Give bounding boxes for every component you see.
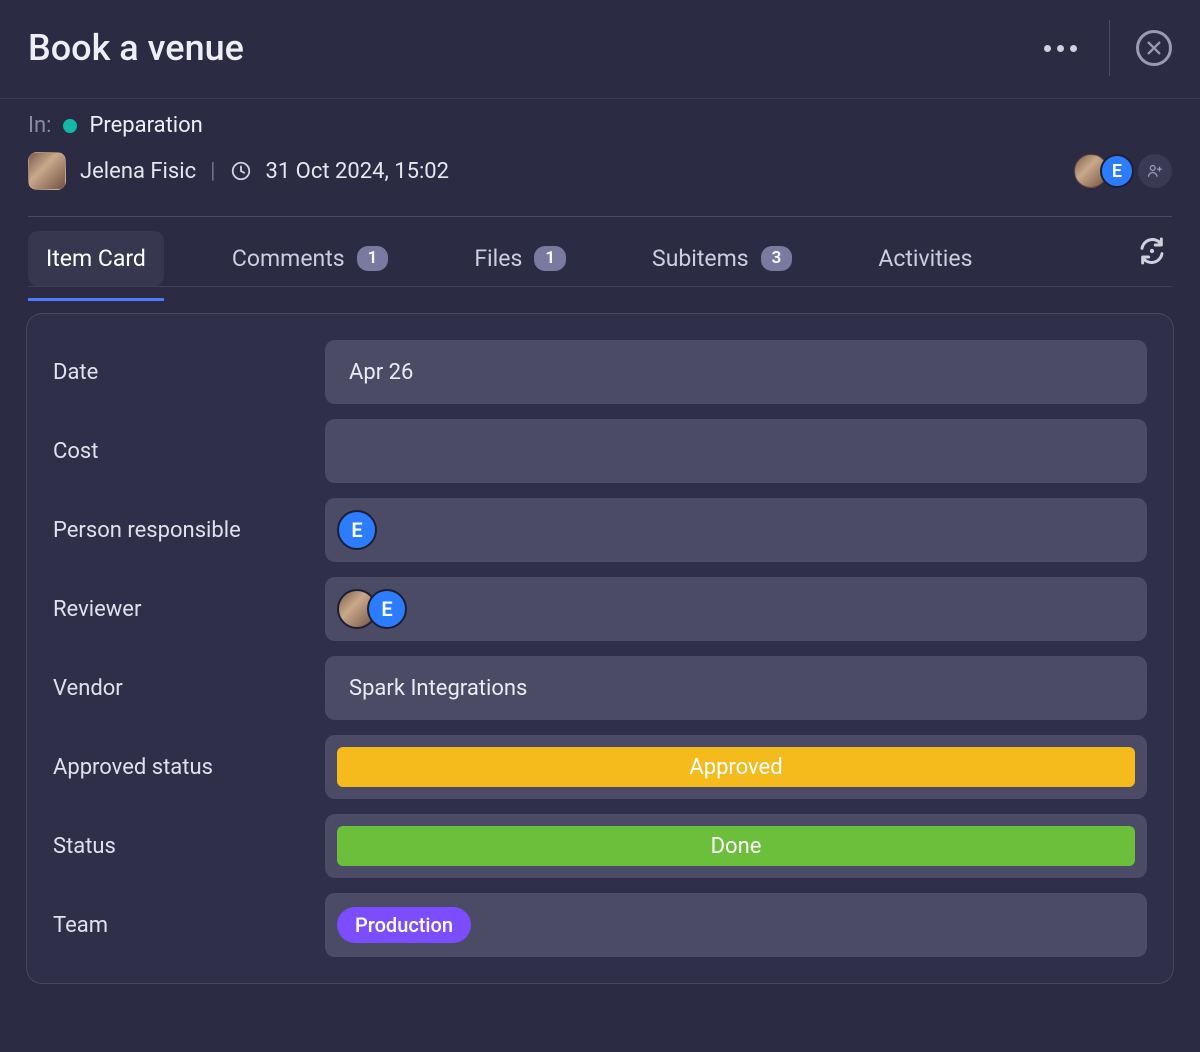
section-color-dot xyxy=(63,119,77,133)
cost-value[interactable] xyxy=(325,419,1147,483)
field-date: Date Apr 26 xyxy=(53,340,1147,404)
timestamp: 31 Oct 2024, 15:02 xyxy=(266,159,450,184)
dot-icon xyxy=(1057,45,1064,52)
field-cost: Cost xyxy=(53,419,1147,483)
field-label: Cost xyxy=(53,439,325,464)
tab-badge: 3 xyxy=(761,246,793,270)
assignee-avatar-letter: E xyxy=(337,510,377,550)
header-actions xyxy=(1038,20,1172,76)
person-responsible-value[interactable]: E xyxy=(325,498,1147,562)
pipe-divider: | xyxy=(210,159,215,184)
watcher-avatar-stack[interactable]: E xyxy=(1074,154,1134,188)
page-title: Book a venue xyxy=(28,27,1038,69)
person-plus-icon xyxy=(1146,162,1164,180)
date-value[interactable]: Apr 26 xyxy=(325,340,1147,404)
item-card: Date Apr 26 Cost Person responsible E Re… xyxy=(26,313,1174,984)
in-label: In: xyxy=(28,113,51,138)
header-bar: Book a venue xyxy=(0,0,1200,99)
field-label: Vendor xyxy=(53,676,325,701)
status-chip-approved: Approved xyxy=(337,747,1135,787)
field-status: Status Done xyxy=(53,814,1147,878)
card-area: Date Apr 26 Cost Person responsible E Re… xyxy=(0,287,1200,1010)
tab-label: Item Card xyxy=(46,245,146,272)
field-label: Reviewer xyxy=(53,597,325,622)
refresh-button[interactable] xyxy=(1136,235,1172,283)
tab-subitems[interactable]: Subitems 3 xyxy=(634,231,810,286)
dot-icon xyxy=(1070,45,1077,52)
more-options-button[interactable] xyxy=(1038,39,1083,58)
tab-activities[interactable]: Activities xyxy=(860,231,990,286)
watchers: E xyxy=(1074,154,1172,188)
field-label: Status xyxy=(53,834,325,859)
vertical-divider xyxy=(1109,20,1110,76)
vendor-value[interactable]: Spark Integrations xyxy=(325,656,1147,720)
tab-label: Files xyxy=(474,245,522,272)
tabs: Item Card Comments 1 Files 1 Subitems 3 … xyxy=(28,217,1172,287)
meta-wrap: In: Preparation Jelena Fisic | 31 Oct 20… xyxy=(0,99,1200,287)
status-chip-done: Done xyxy=(337,826,1135,866)
field-team: Team Production xyxy=(53,893,1147,957)
author-left: Jelena Fisic | 31 Oct 2024, 15:02 xyxy=(28,152,1060,190)
tab-item-card[interactable]: Item Card xyxy=(28,231,164,286)
section-name[interactable]: Preparation xyxy=(89,113,202,138)
team-value[interactable]: Production xyxy=(325,893,1147,957)
author-row: Jelena Fisic | 31 Oct 2024, 15:02 E xyxy=(28,152,1172,190)
field-label: Person responsible xyxy=(53,518,325,543)
approved-status-value[interactable]: Approved xyxy=(325,735,1147,799)
status-value[interactable]: Done xyxy=(325,814,1147,878)
team-pill: Production xyxy=(337,907,471,943)
tab-label: Activities xyxy=(878,245,972,272)
add-watcher-button[interactable] xyxy=(1138,154,1172,188)
tab-badge: 1 xyxy=(534,246,566,270)
reviewer-value[interactable]: E xyxy=(325,577,1147,641)
tab-label: Comments xyxy=(232,245,345,272)
author-avatar[interactable] xyxy=(28,152,66,190)
breadcrumb: In: Preparation xyxy=(28,113,1172,138)
watcher-avatar-letter: E xyxy=(1100,154,1134,188)
tab-comments[interactable]: Comments 1 xyxy=(214,231,406,286)
field-vendor: Vendor Spark Integrations xyxy=(53,656,1147,720)
meta-section: In: Preparation Jelena Fisic | 31 Oct 20… xyxy=(28,99,1172,198)
field-approved-status: Approved status Approved xyxy=(53,735,1147,799)
field-label: Approved status xyxy=(53,755,325,780)
reviewer-avatar-letter: E xyxy=(367,589,407,629)
field-reviewer: Reviewer E xyxy=(53,577,1147,641)
refresh-icon xyxy=(1136,235,1168,267)
tab-badge: 1 xyxy=(357,246,389,270)
close-icon xyxy=(1146,40,1162,56)
field-person-responsible: Person responsible E xyxy=(53,498,1147,562)
clock-icon xyxy=(230,160,252,182)
dot-icon xyxy=(1044,45,1051,52)
tab-label: Subitems xyxy=(652,245,749,272)
field-label: Date xyxy=(53,360,325,385)
tab-files[interactable]: Files 1 xyxy=(456,231,584,286)
author-name: Jelena Fisic xyxy=(80,159,196,184)
field-label: Team xyxy=(53,913,325,938)
close-button[interactable] xyxy=(1136,30,1172,66)
